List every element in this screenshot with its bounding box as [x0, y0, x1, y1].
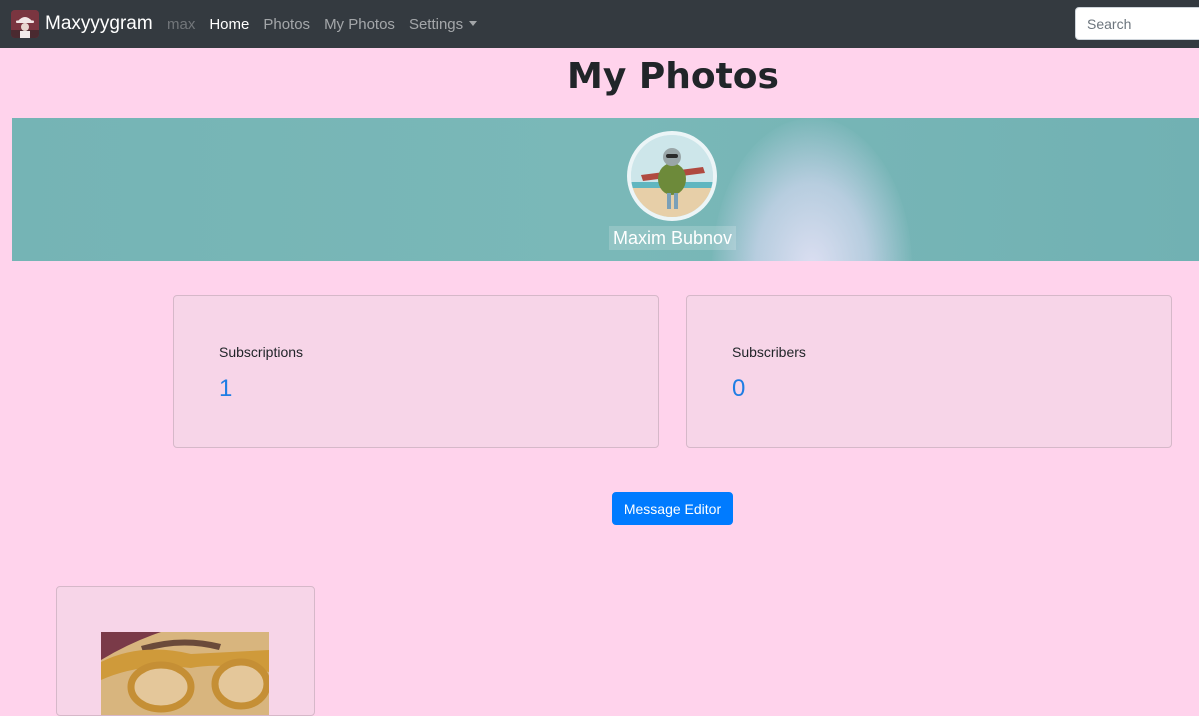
nav-link-photos[interactable]: Photos — [263, 16, 310, 33]
brand-logo-icon — [11, 10, 39, 38]
nav-link-my-photos[interactable]: My Photos — [324, 16, 395, 33]
nav-links: max Home Photos My Photos Settings — [167, 0, 491, 48]
brand-link[interactable]: Maxyyygram — [11, 10, 153, 38]
subscribers-count[interactable]: 0 — [732, 375, 745, 403]
nav-username: max — [167, 15, 196, 33]
subscriptions-label: Subscriptions — [219, 344, 304, 360]
page-title: My Photos — [567, 56, 779, 97]
subscriptions-count[interactable]: 1 — [219, 375, 232, 403]
search-input[interactable] — [1075, 7, 1199, 40]
avatar[interactable] — [627, 131, 717, 221]
brand-name: Maxyyygram — [45, 13, 153, 34]
message-editor-button[interactable]: Message Editor — [612, 492, 733, 525]
banner-glow — [712, 118, 912, 261]
nav-dropdown-settings[interactable]: Settings — [408, 15, 478, 33]
navbar: Maxyyygram max Home Photos My Photos Set… — [0, 0, 1199, 48]
subscribers-label: Subscribers — [732, 344, 806, 360]
nav-link-home[interactable]: Home — [209, 16, 249, 33]
photo-thumbnail[interactable] — [101, 632, 269, 715]
subscriptions-card[interactable]: Subscriptions 1 — [173, 295, 659, 448]
nav-settings-label: Settings — [408, 15, 464, 33]
profile-banner: Maxim Bubnov — [12, 118, 1199, 261]
photo-card[interactable] — [56, 586, 315, 716]
caret-down-icon — [469, 20, 478, 26]
subscribers-card[interactable]: Subscribers 0 — [686, 295, 1172, 448]
profile-name: Maxim Bubnov — [609, 226, 737, 250]
